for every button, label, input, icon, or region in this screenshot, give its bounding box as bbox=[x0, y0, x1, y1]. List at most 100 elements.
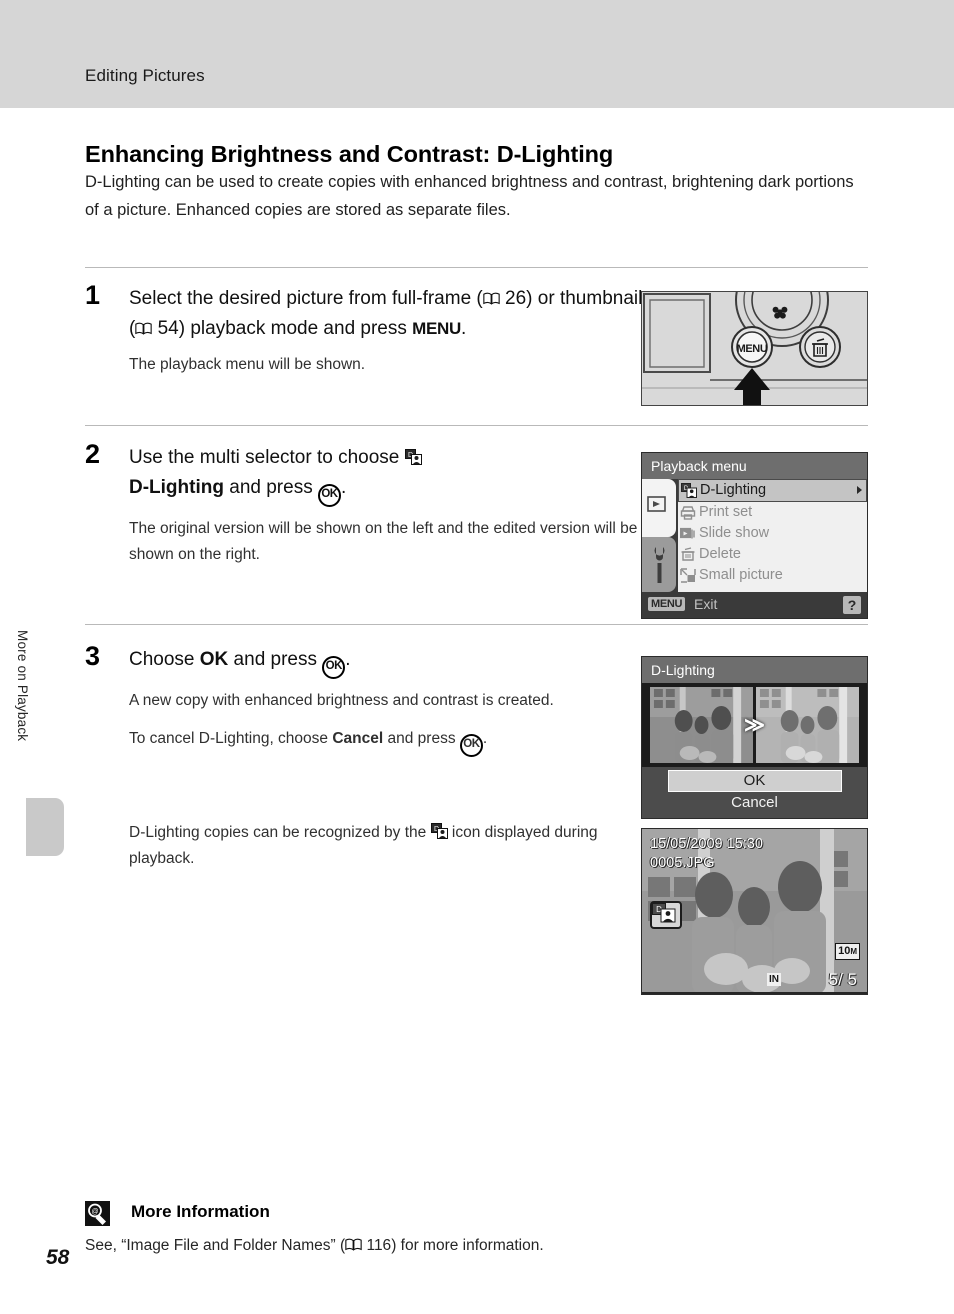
menu-item-label: Delete bbox=[699, 546, 741, 562]
step-1: 1 Select the desired picture from full-f… bbox=[85, 280, 645, 378]
playback-osd-info: 15/05/2009 15:30 0005.JPG bbox=[650, 835, 763, 873]
ok-button-glyph: OK bbox=[459, 734, 483, 757]
section-intro-text: D-Lighting can be used to create copies … bbox=[85, 173, 854, 219]
step-1-ref-2: 54 bbox=[157, 317, 179, 339]
internal-memory-badge: IN bbox=[767, 973, 781, 986]
menu-item-slide-show[interactable]: Slide show bbox=[678, 523, 867, 544]
book-reference-icon-2 bbox=[135, 315, 153, 335]
file-name: 0005.JPG bbox=[650, 855, 715, 871]
running-header-title: Editing Pictures bbox=[85, 66, 205, 85]
step-3-note-2: To cancel D-Lighting, choose Cancel and … bbox=[129, 726, 645, 757]
menu-item-small-picture[interactable]: Small picture bbox=[678, 565, 867, 586]
help-icon[interactable]: ? bbox=[843, 596, 861, 614]
step-3-bold-ok: OK bbox=[199, 649, 229, 670]
step-3-instruction: Choose OK and press OK. bbox=[129, 645, 645, 679]
more-information-heading: More Information bbox=[131, 1202, 270, 1221]
playback-menu-tab-column bbox=[642, 479, 678, 592]
more-information-icon: @ bbox=[85, 1201, 110, 1226]
step-2-note: The original version will be shown on th… bbox=[129, 519, 638, 563]
menu-item-delete[interactable]: Delete bbox=[678, 544, 867, 565]
menu-item-print-set[interactable]: Print set bbox=[678, 502, 867, 523]
svg-text:MENU: MENU bbox=[737, 343, 768, 355]
d-lighting-icon-note: D-Lighting copies can be recognized by t… bbox=[129, 820, 649, 872]
d-lighting-preview-screen: D-Lighting ≫ OK Cancel bbox=[641, 656, 868, 819]
more-information-body: See, “Image File and Folder Names” ( 116… bbox=[85, 1234, 868, 1258]
d-lighting-icon: D bbox=[430, 822, 448, 839]
menu-item-label: Small picture bbox=[699, 567, 783, 583]
divider-1 bbox=[85, 267, 868, 268]
mi-text-post: ) for more information. bbox=[391, 1237, 544, 1254]
running-header-band bbox=[0, 0, 954, 108]
svg-text:@: @ bbox=[91, 1209, 98, 1216]
transform-arrow-icon: ≫ bbox=[744, 714, 765, 737]
step-3-text-b: and press bbox=[228, 649, 323, 670]
step-3-note2-end: . bbox=[482, 730, 488, 747]
book-reference-icon bbox=[483, 285, 500, 305]
before-after-preview: ≫ bbox=[642, 683, 867, 767]
chapter-side-tab-marker bbox=[26, 798, 64, 856]
step-2-text-b: and press bbox=[223, 476, 318, 498]
step-2-text-a: Use the multi selector to choose bbox=[129, 447, 405, 468]
frame-counter: 5/ 5 bbox=[828, 970, 857, 989]
menu-item-d-lighting[interactable]: D D-Lighting bbox=[678, 479, 867, 502]
playback-photo: 15/05/2009 15:30 0005.JPG D 10M IN 5/ 5 bbox=[642, 829, 867, 992]
camera-rear-illustration: MENU bbox=[641, 291, 868, 406]
playback-menu-list: D D-Lighting Print set Slide show Delete… bbox=[678, 479, 867, 592]
tab-playback[interactable] bbox=[642, 479, 676, 537]
slide-show-icon bbox=[679, 526, 696, 541]
step-2-bold-term: D-Lighting bbox=[129, 476, 224, 498]
step-2: 2 Use the multi selector to choose D D-L… bbox=[85, 439, 645, 568]
d-lighting-icon: D bbox=[404, 445, 422, 465]
step-3-note-1: A new copy with enhanced brightness and … bbox=[129, 692, 554, 709]
tab-setup[interactable] bbox=[642, 537, 676, 592]
submenu-arrow-icon bbox=[857, 486, 862, 494]
mi-text-pre: See, “Image File and Folder Names” ( bbox=[85, 1237, 346, 1254]
step-1-text-c: ) playback mode and press bbox=[178, 317, 413, 339]
playback-menu-title: Playback menu bbox=[642, 453, 867, 479]
step-1-ref-1: 26 bbox=[505, 288, 527, 309]
step-2-number: 2 bbox=[85, 439, 101, 469]
playback-menu-body: D D-Lighting Print set Slide show Delete… bbox=[642, 479, 867, 592]
print-set-icon bbox=[680, 505, 696, 520]
step-3-number: 3 bbox=[85, 641, 101, 671]
page-title: Enhancing Brightness and Contrast: D-Lig… bbox=[85, 140, 614, 167]
step-3-notes: A new copy with enhanced brightness and … bbox=[129, 688, 645, 757]
exit-label[interactable]: Exit bbox=[694, 596, 717, 612]
d-lighting-icon: D bbox=[681, 483, 697, 498]
step-1-text-a: Select the desired picture from full-fra… bbox=[129, 288, 483, 309]
divider-2 bbox=[85, 425, 868, 426]
ok-button[interactable]: OK bbox=[667, 770, 842, 792]
book-reference-icon bbox=[345, 1235, 362, 1251]
menu-key-glyph: MENU bbox=[648, 597, 686, 611]
step-1-number: 1 bbox=[85, 280, 101, 310]
menu-item-label: D-Lighting bbox=[700, 482, 767, 498]
delete-icon bbox=[680, 547, 696, 562]
step-3: 3 Choose OK and press OK. A new copy wit… bbox=[85, 641, 645, 757]
image-quality-badge: 10M bbox=[835, 943, 860, 960]
mi-ref-page: 116 bbox=[366, 1237, 392, 1254]
edited-image-preview bbox=[755, 687, 859, 763]
d-lighting-screen-title: D-Lighting bbox=[642, 657, 867, 683]
step-1-text-end: . bbox=[461, 317, 467, 339]
note-text-pre: D-Lighting copies can be recognized by t… bbox=[129, 824, 431, 841]
step-3-text-a: Choose bbox=[129, 649, 200, 670]
step-2-instruction: Use the multi selector to choose D D-Lig… bbox=[129, 443, 645, 507]
capture-date: 15/05/2009 15:30 bbox=[650, 836, 763, 852]
step-3-bold-cancel: Cancel bbox=[332, 730, 384, 747]
menu-button-glyph: MENU bbox=[412, 318, 462, 338]
ok-button-glyph: OK bbox=[317, 483, 341, 507]
cancel-button[interactable]: Cancel bbox=[669, 792, 841, 814]
page-number: 58 bbox=[46, 1246, 70, 1269]
playback-menu-screen: Playback menu D D-Lighting Print set Sli… bbox=[641, 452, 868, 619]
chapter-side-tab-label: More on Playback bbox=[15, 630, 30, 742]
d-lighting-icon: D bbox=[650, 901, 682, 929]
step-3-note2-post: and press bbox=[383, 730, 460, 747]
step-3-note2-pre: To cancel D-Lighting, choose bbox=[129, 730, 333, 747]
quality-unit: M bbox=[850, 947, 857, 956]
more-information-box: @ More Information See, “Image File and … bbox=[85, 1199, 868, 1258]
menu-item-label: Print set bbox=[699, 504, 753, 520]
small-picture-icon bbox=[680, 568, 696, 583]
original-image-preview bbox=[650, 687, 754, 763]
menu-item-label: Slide show bbox=[699, 525, 770, 541]
step-1-instruction: Select the desired picture from full-fra… bbox=[129, 284, 645, 343]
